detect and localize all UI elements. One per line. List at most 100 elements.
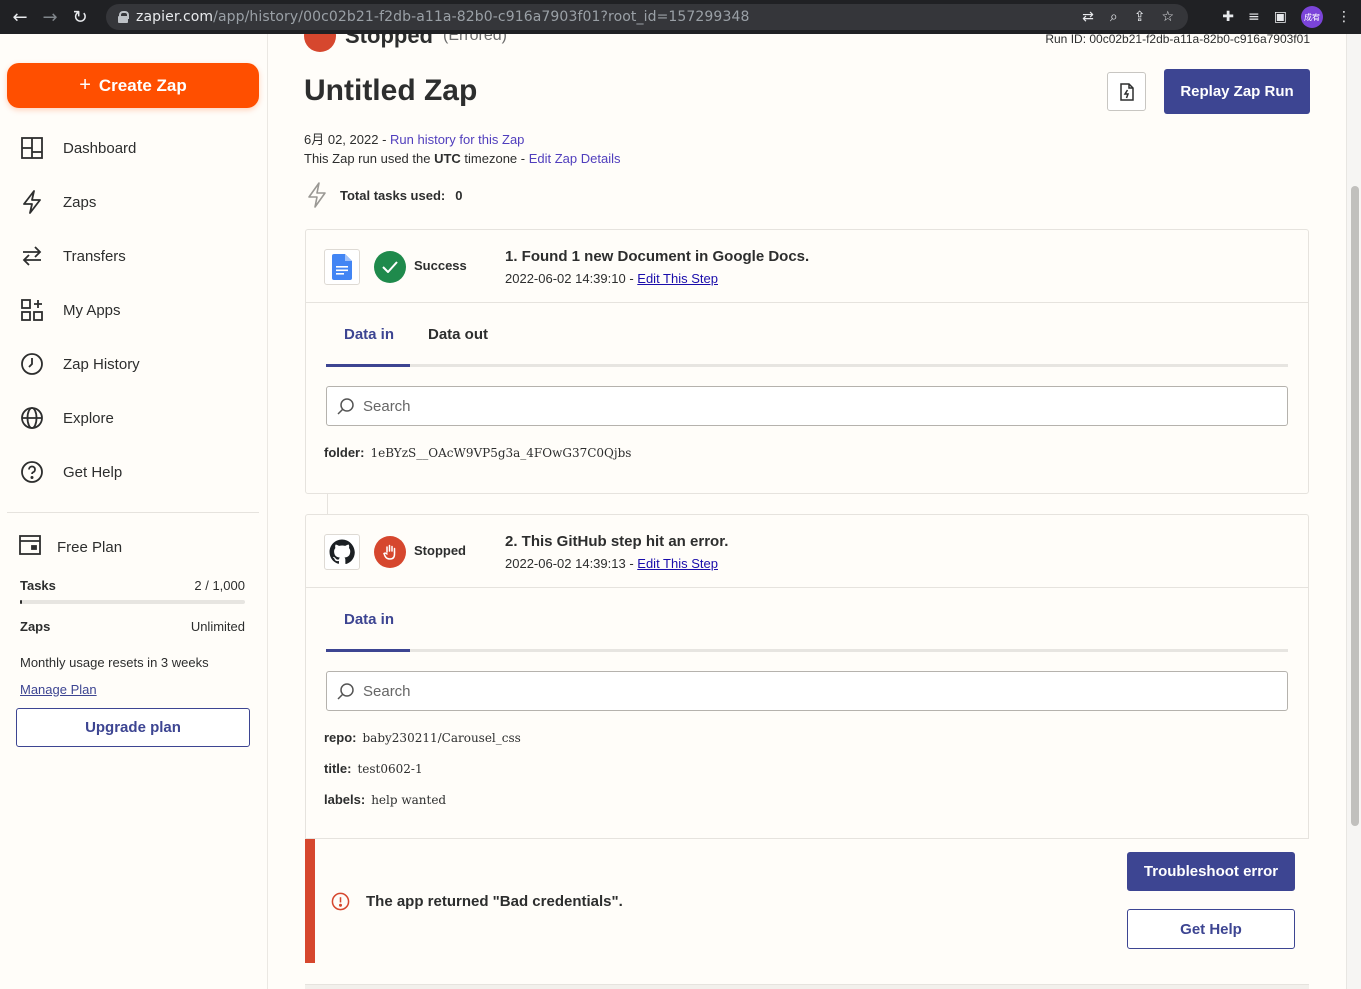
- zaps-usage-row: Zaps Unlimited: [20, 619, 245, 634]
- next-card-edge: [305, 984, 1309, 989]
- browser-menu-icon[interactable]: ⋮: [1337, 9, 1351, 25]
- error-info-icon: [331, 892, 350, 911]
- github-icon: [324, 534, 360, 570]
- tasks-usage-fill: [20, 600, 23, 604]
- step-timestamp-2: 2022-06-02 14:39:13 - Edit This Step: [505, 556, 718, 571]
- browser-toolbar: ← → ↻ zapier.com/app/history/00c02b21-f2…: [0, 0, 1361, 34]
- profile-avatar[interactable]: 成宥: [1301, 6, 1323, 28]
- back-arrow-icon[interactable]: ←: [5, 7, 35, 28]
- sidebar-item-dashboard[interactable]: Dashboard: [18, 133, 136, 163]
- search-input[interactable]: [363, 397, 1263, 415]
- replay-zap-run-button[interactable]: Replay Zap Run: [1164, 69, 1310, 114]
- edit-step-1-link[interactable]: Edit This Step: [637, 271, 718, 286]
- plan-title: Free Plan: [18, 534, 122, 561]
- sidebar-item-my-apps[interactable]: My Apps: [18, 295, 121, 325]
- globe-icon: [18, 404, 46, 432]
- export-file-icon: [1119, 82, 1134, 101]
- tasks-usage-row: Tasks 2 / 1,000: [20, 578, 245, 593]
- field-folder: folder: 1eBYzS__OAcW9VP5g3a_4FOwG37C0Qjbs: [324, 445, 632, 460]
- search-icon: [337, 682, 355, 700]
- extensions-puzzle-icon[interactable]: ✚: [1222, 9, 1234, 25]
- edit-zap-details-link[interactable]: Edit Zap Details: [529, 151, 621, 166]
- timezone-line: This Zap run used the UTC timezone - Edi…: [304, 151, 621, 166]
- step-1-tabs: Data in Data out: [326, 303, 1288, 367]
- scrollbar-thumb[interactable]: [1351, 186, 1359, 826]
- search-input[interactable]: [363, 682, 1263, 700]
- run-date-line: 6月 02, 2022 - Run history for this Zap: [304, 132, 525, 147]
- bookmark-star-icon[interactable]: ☆: [1161, 9, 1174, 25]
- step-title-2: 2. This GitHub step hit an error.: [505, 533, 729, 550]
- edit-step-2-link[interactable]: Edit This Step: [637, 556, 718, 571]
- error-banner: The app returned "Bad credentials". Trou…: [305, 838, 1309, 963]
- google-docs-icon: [324, 249, 360, 285]
- clock-icon: [18, 350, 46, 378]
- get-help-button[interactable]: Get Help: [1127, 909, 1295, 949]
- page-scrollbar[interactable]: [1346, 34, 1361, 989]
- field-labels: labels: help wanted: [324, 792, 447, 807]
- plan-card-icon: [18, 534, 42, 561]
- run-status: Stopped (Errored): [304, 34, 507, 52]
- error-accent-bar: [305, 839, 315, 963]
- address-bar[interactable]: zapier.com/app/history/00c02b21-f2db-a11…: [106, 4, 1188, 30]
- field-title: title: test0602-1: [324, 761, 423, 776]
- sidebar-item-zaps[interactable]: Zaps: [18, 187, 96, 217]
- step-title-1: 1. Found 1 new Document in Google Docs.: [505, 248, 810, 265]
- field-repo: repo: baby230211/Carousel_css: [324, 730, 521, 745]
- step-1-search[interactable]: [326, 386, 1288, 426]
- active-tab-indicator: [326, 649, 410, 652]
- sidebar-item-explore[interactable]: Explore: [18, 403, 114, 433]
- sidebar-item-get-help[interactable]: Get Help: [18, 457, 122, 487]
- search-icon: [337, 397, 355, 415]
- plus-icon: +: [79, 74, 91, 96]
- step-card-2: Stopped 2. This GitHub step hit an error…: [305, 514, 1309, 963]
- export-button[interactable]: [1107, 72, 1146, 111]
- forward-arrow-icon[interactable]: →: [35, 7, 65, 28]
- step-header-1: Success 1. Found 1 new Document in Googl…: [306, 230, 1308, 303]
- sidebar-item-transfers[interactable]: Transfers: [18, 241, 126, 271]
- usage-resets-text: Monthly usage resets in 3 weeks: [20, 655, 209, 670]
- lightning-outline-icon: [308, 182, 326, 208]
- step-header-2: Stopped 2. This GitHub step hit an error…: [306, 515, 1308, 588]
- transfer-arrows-icon: [18, 242, 46, 270]
- apps-grid-icon: [18, 296, 46, 324]
- zoom-icon[interactable]: ⌕: [1110, 9, 1118, 25]
- share-icon[interactable]: ⇪: [1134, 9, 1146, 25]
- step-connector: [327, 493, 328, 515]
- page-title: Untitled Zap: [304, 74, 478, 107]
- side-panel-icon[interactable]: ▣: [1274, 9, 1287, 25]
- error-message: The app returned "Bad credentials".: [366, 893, 623, 910]
- run-id: Run ID: 00c02b21-f2db-a11a-82b0-c916a790…: [1045, 34, 1310, 46]
- step-2-tabs: Data in: [326, 588, 1288, 652]
- sidebar-item-zap-history[interactable]: Zap History: [18, 349, 140, 379]
- troubleshoot-error-button[interactable]: Troubleshoot error: [1127, 852, 1295, 891]
- total-tasks-used: Total tasks used: 0: [306, 182, 462, 208]
- step-status-2: Stopped: [414, 543, 466, 558]
- dashboard-icon: [18, 134, 46, 162]
- step-status-1: Success: [414, 258, 467, 273]
- tasks-usage-bar: [20, 600, 245, 604]
- main-content: Stopped (Errored) Run ID: 00c02b21-f2db-…: [268, 34, 1346, 989]
- help-icon: [18, 458, 46, 486]
- tab-data-in[interactable]: Data in: [344, 611, 394, 628]
- create-zap-button[interactable]: + Create Zap: [7, 63, 259, 108]
- step-2-search[interactable]: [326, 671, 1288, 711]
- manage-plan-link[interactable]: Manage Plan: [20, 682, 97, 697]
- success-check-icon: [374, 251, 406, 283]
- stopped-hand-icon: [374, 536, 406, 568]
- tab-data-out[interactable]: Data out: [428, 326, 488, 343]
- translate-icon[interactable]: ⇄: [1082, 9, 1094, 25]
- run-history-link[interactable]: Run history for this Zap: [390, 132, 524, 147]
- stopped-hand-icon: [304, 34, 336, 52]
- step-card-1: Success 1. Found 1 new Document in Googl…: [305, 229, 1309, 494]
- tab-data-in[interactable]: Data in: [344, 326, 394, 343]
- sidebar-divider: [7, 512, 259, 513]
- lightning-icon: [18, 188, 46, 216]
- upgrade-plan-button[interactable]: Upgrade plan: [16, 708, 250, 747]
- active-tab-indicator: [326, 364, 410, 367]
- lock-icon: [118, 11, 129, 23]
- step-timestamp-1: 2022-06-02 14:39:10 - Edit This Step: [505, 271, 718, 286]
- sidebar: + Create Zap Dashboard Zaps Transfers My…: [0, 34, 268, 989]
- address-url: zapier.com/app/history/00c02b21-f2db-a11…: [136, 9, 750, 25]
- media-list-icon[interactable]: ≡: [1248, 9, 1260, 25]
- reload-icon[interactable]: ↻: [65, 7, 95, 28]
